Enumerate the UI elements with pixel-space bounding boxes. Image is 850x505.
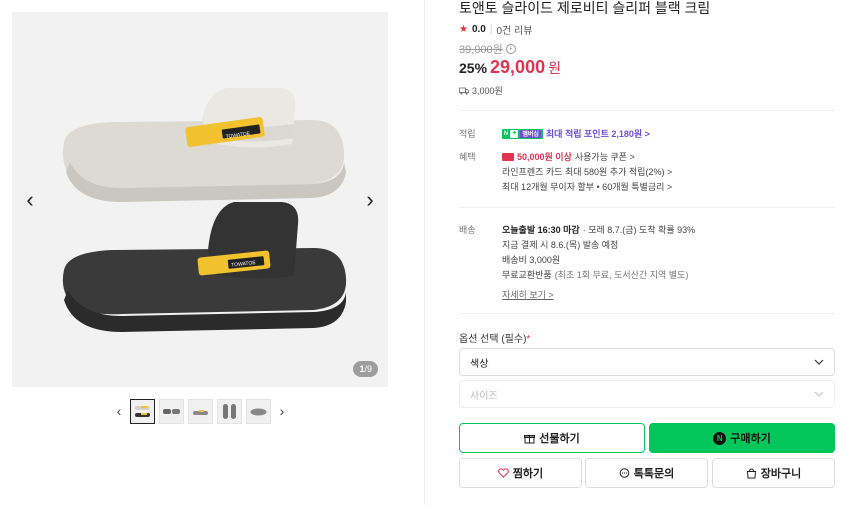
shopping-bag-icon — [746, 467, 756, 478]
product-image: TOWATOE TOWATOE — [62, 88, 347, 332]
gift-button[interactable]: 선물하기 — [459, 423, 645, 453]
divider — [459, 207, 835, 208]
chevron-right-icon: › — [279, 403, 285, 419]
size-select[interactable]: 사이즈 — [459, 380, 835, 408]
coupon-icon — [502, 152, 514, 161]
original-price: 39,000원 i — [459, 41, 516, 57]
delivery-fee-row: 배송비 3,000원 — [502, 255, 561, 265]
thumbnail-image — [250, 408, 267, 415]
discount-rate: 25% — [459, 60, 488, 76]
arrival-estimate: · 모레 8.7.(금) 도착 확률 93% — [582, 225, 696, 235]
wishlist-button[interactable]: 찜하기 — [459, 458, 582, 488]
coupon-row[interactable]: 50,000원 이상 사용가능 쿠폰 > — [502, 150, 635, 163]
thumbnail-image — [223, 403, 236, 419]
pay-now-row: 지금 결제 시 8.6.(목) 발송 예정 — [502, 240, 619, 250]
thumbnail-image — [193, 409, 208, 415]
max-points-text: 최대 적립 포인트 2,180원 > — [545, 129, 650, 139]
thumbnail-strip: ‹ › — [112, 398, 289, 424]
cart-button[interactable]: 장바구니 — [712, 458, 835, 488]
thumbnail-image — [163, 408, 180, 414]
color-select[interactable]: 색상 — [459, 348, 835, 376]
option-label: 옵션 선택 (필수)* — [459, 334, 531, 345]
thumbnail-next-button[interactable]: › — [275, 399, 289, 423]
gallery-next-button[interactable]: › — [360, 187, 380, 212]
divider — [459, 110, 835, 111]
chevron-down-icon — [814, 357, 824, 368]
dispatch-row: 오늘출발 16:30 마감 · 모레 8.7.(금) 도착 확률 93% — [502, 223, 695, 236]
product-title: 토앤토 슬라이드 제로비티 슬리퍼 블랙 크림 — [459, 0, 711, 16]
rating-score: 0.0 — [471, 24, 486, 35]
gallery-prev-button[interactable]: ‹ — [20, 187, 40, 212]
thumbnail-prev-button[interactable]: ‹ — [112, 399, 126, 423]
npay-icon: N — [713, 431, 727, 445]
image-counter: 1/9 — [353, 361, 378, 377]
gift-icon — [524, 434, 536, 443]
npay-badge: N + 멤버십 — [502, 128, 543, 139]
points-row[interactable]: N + 멤버십 최대 적립 포인트 2,180원 > — [502, 127, 650, 140]
divider — [459, 313, 835, 314]
truck-icon — [459, 87, 469, 94]
info-icon[interactable]: i — [505, 44, 516, 54]
installment-row[interactable]: 최대 12개월 무이자 할부 • 60개월 특별금리 > — [502, 180, 672, 193]
thumbnail-image — [135, 405, 150, 417]
chevron-left-icon: ‹ — [26, 187, 34, 212]
thumbnail-5[interactable] — [246, 398, 271, 424]
thumbnail-3[interactable] — [188, 398, 213, 424]
perks-label: 혜택 — [459, 152, 476, 162]
thumbnail-4[interactable] — [217, 398, 242, 424]
buy-button[interactable]: N 구매하기 — [649, 423, 835, 453]
points-label: 적립 — [459, 129, 476, 139]
black-slipper-illustration: TOWATOE — [62, 202, 347, 332]
column-divider — [424, 0, 425, 505]
thumbnail-2[interactable] — [159, 398, 184, 424]
review-count: 0건 리뷰 — [496, 26, 533, 37]
coupon-threshold: 50,000원 이상 — [517, 152, 572, 162]
chevron-left-icon: ‹ — [116, 403, 122, 419]
chat-bubble-icon — [619, 467, 630, 478]
dispatch-deadline: 오늘출발 16:30 마감 — [502, 225, 580, 235]
heart-icon — [497, 468, 509, 478]
star-icon: ★ — [459, 24, 468, 35]
product-image-gallery[interactable]: TOWATOE TOWATOE ‹ › 1/9 — [12, 12, 388, 387]
delivery-label: 배송 — [459, 225, 476, 235]
chevron-down-icon — [814, 389, 824, 400]
separator: | — [489, 24, 493, 35]
coupon-text: 사용가능 쿠폰 > — [574, 152, 635, 162]
talktalk-inquiry-button[interactable]: 톡톡문의 — [585, 458, 708, 488]
currency-unit: 원 — [548, 60, 561, 76]
sale-price-row: 25% 29,000 원 — [459, 57, 561, 78]
thumbnail-1[interactable] — [130, 398, 155, 424]
card-benefit-row[interactable]: 라인프렌즈 카드 최대 580원 추가 적립(2%) > — [502, 165, 672, 178]
return-row: 무료교환반품 (최초 1회 무료, 도서산간 지역 별도) — [502, 270, 689, 280]
sale-price: 29,000 — [490, 57, 546, 77]
chevron-right-icon: › — [366, 187, 374, 212]
rating-summary[interactable]: ★ 0.0 | 0건 리뷰 — [459, 22, 532, 37]
cream-slipper-illustration: TOWATOE — [62, 88, 346, 202]
delivery-details-link[interactable]: 자세히 보기 > — [502, 288, 554, 301]
shipping-fee-summary: 3,000원 — [459, 84, 503, 97]
